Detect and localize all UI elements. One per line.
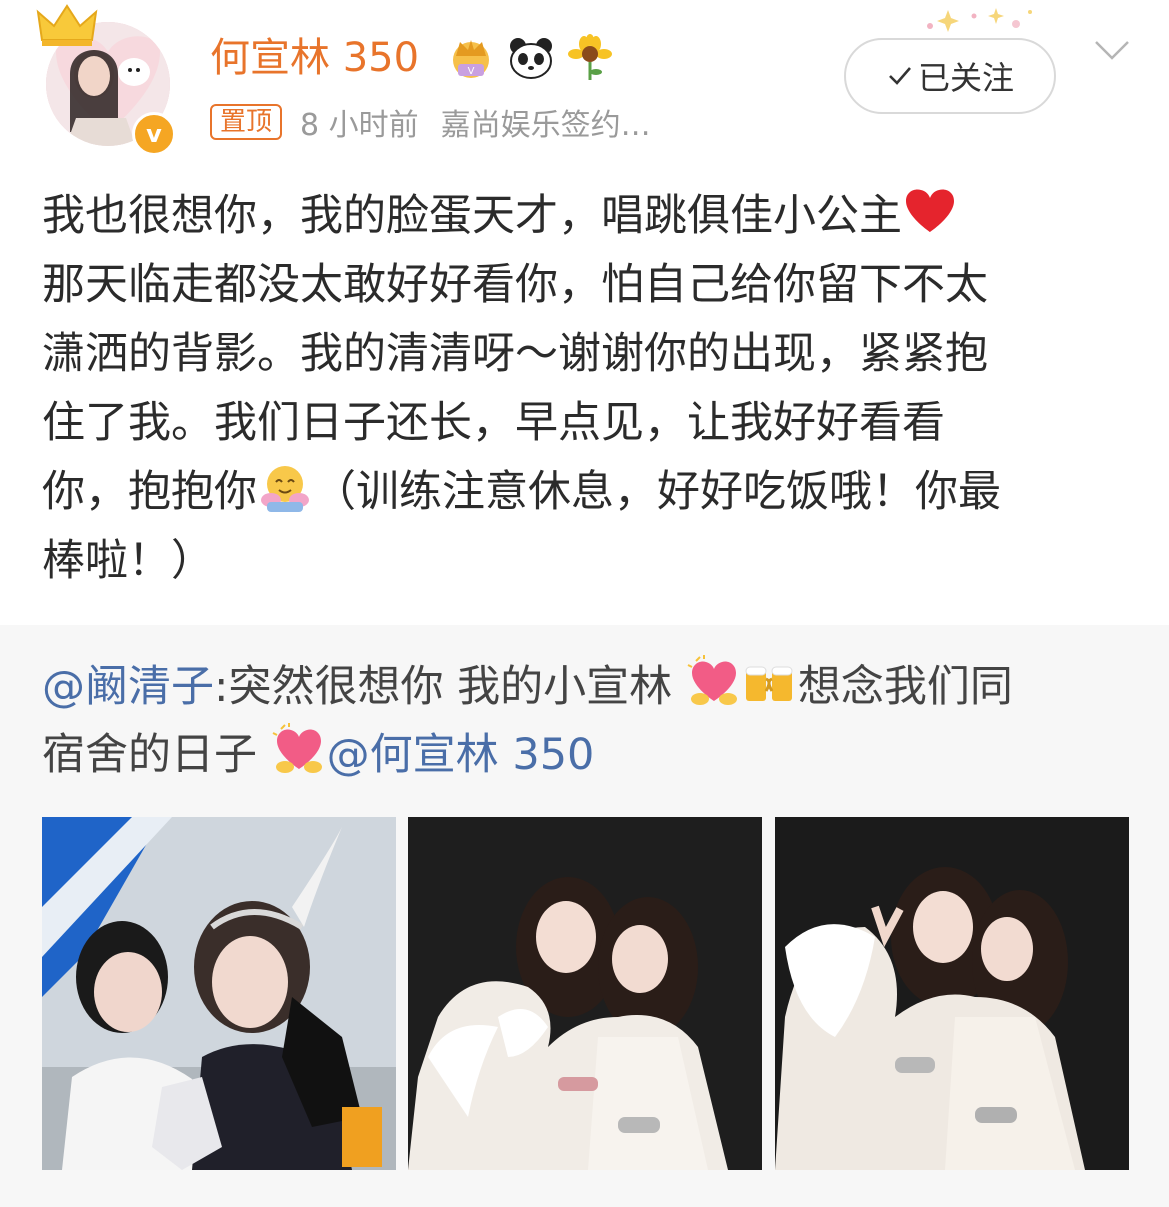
mention-author-link[interactable]: @阚清子 <box>42 662 214 712</box>
hug-icon <box>261 466 309 512</box>
user-badges: V <box>446 34 616 82</box>
post-line: 棒啦！） <box>42 536 214 586</box>
post-line: 你，抱抱你 （训练注意休息，好好吃饭哦！你最 <box>42 458 1132 527</box>
post-text: 我也很想你，我的脸蛋天才，唱跳俱佳小公主 那天临走都没太敢好好看你，怕自己给你留… <box>42 182 1132 596</box>
post-line: 那天临走都没太敢好好看你，怕自己给你留下不太 <box>42 260 988 310</box>
mention-target-link[interactable]: @何宣林 350 <box>327 730 595 780</box>
pinned-badge: 置顶 <box>210 104 283 140</box>
heart-hands-icon <box>272 723 322 773</box>
post-meta: 置顶 8 小时前 嘉尚娱乐签约… <box>210 100 651 144</box>
repost-text: @阚清子:突然很想你 我的小宣林 想念我们同 宿舍的日子 @何宣林 350 <box>42 653 1132 789</box>
post-line: 住了我。我们日子还长，早点见，让我好好看看 <box>42 398 945 448</box>
panda-icon[interactable] <box>506 34 556 82</box>
chevron-down-icon[interactable] <box>1092 38 1132 64</box>
heart-hands-icon <box>687 655 737 705</box>
avatar-container[interactable]: v <box>28 0 188 160</box>
crown-icon <box>36 4 98 46</box>
crown-badge-icon[interactable]: V <box>446 34 496 82</box>
photo-3[interactable] <box>775 817 1129 1170</box>
username[interactable]: 何宣林 350 <box>210 30 419 86</box>
post-line: 潇洒的背影。我的清清呀～谢谢你的出现，紧紧抱 <box>42 329 988 379</box>
post-line: 我也很想你，我的脸蛋天才，唱跳俱佳小公主 <box>42 182 1132 251</box>
repost-line: 宿舍的日子 @何宣林 350 <box>42 721 1132 789</box>
photo-1[interactable] <box>42 817 396 1170</box>
sunflower-icon[interactable] <box>566 34 616 82</box>
photo-2[interactable] <box>408 817 762 1170</box>
follow-label: 已关注 <box>917 59 1014 97</box>
svg-text:V: V <box>468 66 475 77</box>
beer-cheers-icon <box>745 666 793 701</box>
sparkle-decoration-icon <box>927 8 1032 32</box>
follow-button[interactable]: 已关注 <box>844 38 1056 114</box>
verified-icon: v <box>132 112 176 156</box>
weibo-post: v 何宣林 350 V 置顶 8 小时前 嘉尚娱乐签约… 已关注 我也很想你，我… <box>0 0 1169 1207</box>
post-source[interactable]: 嘉尚娱乐签约… <box>441 100 651 144</box>
post-time: 8 小时前 <box>300 108 419 143</box>
check-icon <box>889 67 911 85</box>
red-heart-icon <box>906 189 954 232</box>
repost-block[interactable]: @阚清子:突然很想你 我的小宣林 想念我们同 宿舍的日子 @何宣林 350 <box>0 625 1169 1207</box>
repost-line: @阚清子:突然很想你 我的小宣林 想念我们同 <box>42 653 1132 721</box>
